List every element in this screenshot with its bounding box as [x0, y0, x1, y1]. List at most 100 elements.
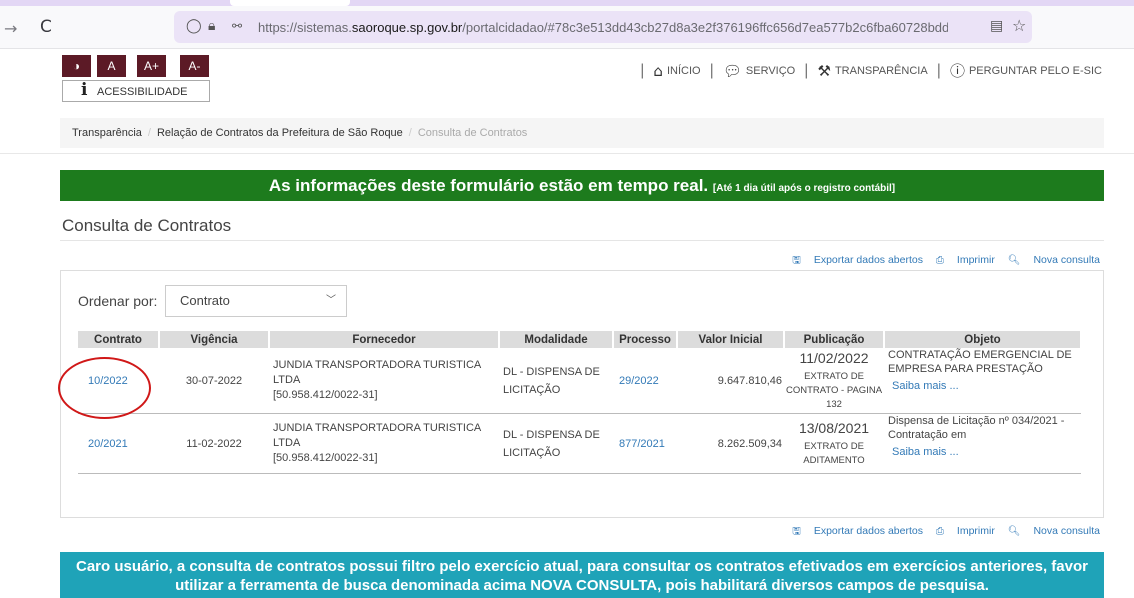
processo-link[interactable]: 29/2022: [619, 375, 659, 387]
cell-modalidade: DL - DISPENSA DE LICITAÇÃO: [499, 348, 613, 414]
breadcrumb-current: Consulta de Contratos: [417, 127, 528, 139]
col-valor[interactable]: Valor Inicial: [677, 331, 785, 348]
breadcrumb-separator: /: [408, 127, 412, 139]
col-publicacao[interactable]: Publicação: [784, 331, 885, 348]
search-icon: 🔍︎: [1007, 255, 1021, 266]
top-nav: | ⌂ INÍCIO | 💬︎ SERVIÇO | ⚒ TRANSPARÊNCIA |…: [634, 60, 1102, 81]
actions-bottom: 🖫 Exportar dados abertos ⎙ Imprimir 🔍︎ Nova…: [782, 524, 1100, 541]
fornecedor-name: JUNDIA TRANSPORTADORA TURISTICA LTDA: [273, 359, 481, 386]
nav-servico[interactable]: 💬︎ SERVIÇO: [723, 62, 795, 80]
address-bar[interactable]: ◯ 🔒︎ ⚯ https://sistemas.saoroque.sp.gov.…: [174, 11, 1032, 43]
save-icon: 🖫: [792, 255, 801, 266]
print-icon: ⎙: [935, 526, 944, 537]
reload-icon[interactable]: C: [40, 17, 52, 37]
export-button[interactable]: 🖫 Exportar dados abertos: [792, 525, 923, 537]
font-increase-button[interactable]: A+: [137, 55, 166, 77]
realtime-banner-note: [Até 1 dia útil após o registro contábil…: [712, 183, 896, 194]
url-text[interactable]: https://sistemas.saoroque.sp.gov.br/port…: [258, 20, 948, 35]
order-select-value: Contrato: [180, 293, 230, 308]
cell-processo: 29/2022: [613, 348, 677, 414]
order-select[interactable]: Contrato ﹀: [165, 285, 347, 317]
col-processo[interactable]: Processo: [613, 331, 678, 348]
publicacao-desc: EXTRATO DE CONTRATO - PAGINA 132: [785, 370, 883, 410]
new-query-button[interactable]: 🔍︎ Nova consulta: [1008, 525, 1100, 537]
page-title: Consulta de Contratos: [62, 216, 232, 235]
realtime-banner-text: As informações deste formulário estão em…: [268, 176, 709, 195]
nav-inicio[interactable]: ⌂ INÍCIO: [653, 62, 700, 80]
nav-transparencia-label: TRANSPARÊNCIA: [834, 64, 928, 77]
breadcrumb-transparencia[interactable]: Transparência: [72, 127, 142, 139]
export-label: Exportar dados abertos: [813, 254, 923, 266]
contrast-button[interactable]: ◑: [62, 55, 91, 77]
export-button[interactable]: 🖫 Exportar dados abertos: [792, 254, 923, 266]
print-button[interactable]: ⎙ Imprimir: [936, 525, 995, 537]
col-contrato[interactable]: Contrato: [78, 331, 160, 348]
export-label: Exportar dados abertos: [813, 525, 923, 537]
accessibility-label: ACESSIBILIDADE: [97, 86, 188, 98]
col-vigencia[interactable]: Vigência: [159, 331, 270, 348]
processo-link[interactable]: 877/2021: [619, 438, 665, 450]
col-modalidade[interactable]: Modalidade: [499, 331, 614, 348]
new-query-label: Nova consulta: [1033, 525, 1100, 537]
new-query-label: Nova consulta: [1033, 254, 1100, 266]
contrato-link[interactable]: 20/2021: [88, 438, 128, 450]
objeto-text: CONTRATAÇÃO EMERGENCIAL DE EMPRESA PARA …: [888, 349, 1072, 375]
print-label: Imprimir: [956, 525, 995, 537]
nav-transparencia[interactable]: ⚒ TRANSPARÊNCIA: [818, 62, 928, 80]
nav-separator: |: [936, 61, 941, 79]
nav-separator: |: [804, 61, 809, 79]
cell-fornecedor: JUNDIA TRANSPORTADORA TURISTICA LTDA [50.…: [269, 413, 499, 474]
font-decrease-button[interactable]: A-: [180, 55, 209, 77]
print-button[interactable]: ⎙ Imprimir: [936, 254, 995, 266]
font-normal-button[interactable]: A: [97, 55, 126, 77]
new-query-button[interactable]: 🔍︎ Nova consulta: [1008, 254, 1100, 266]
cell-objeto: CONTRATAÇÃO EMERGENCIAL DE EMPRESA PARA …: [884, 348, 1081, 414]
fornecedor-doc: [50.958.412/0022-31]: [273, 452, 378, 464]
permissions-icon[interactable]: ⚯: [232, 19, 242, 33]
info-banner: Caro usuário, a consulta de contratos po…: [60, 552, 1104, 598]
table-row: 20/2021 11-02-2022 JUNDIA TRANSPORTADORA…: [78, 413, 1081, 474]
actions-top: 🖫 Exportar dados abertos ⎙ Imprimir 🔍︎ Nova…: [782, 253, 1100, 270]
cell-vigencia: 11-02-2022: [159, 413, 269, 474]
chevron-down-icon: ﹀: [326, 295, 336, 306]
lock-icon[interactable]: 🔒︎: [208, 18, 215, 34]
chat-icon: 💬︎: [722, 61, 742, 80]
fornecedor-name: JUNDIA TRANSPORTADORA TURISTICA LTDA: [273, 422, 481, 449]
cell-processo: 877/2021: [613, 413, 677, 474]
nav-separator: |: [640, 61, 645, 79]
nav-servico-label: SERVIÇO: [745, 64, 796, 77]
home-icon: ⌂: [653, 61, 663, 80]
fornecedor-doc: [50.958.412/0022-31]: [273, 389, 378, 401]
col-objeto[interactable]: Objeto: [884, 331, 1082, 348]
saiba-mais-link[interactable]: Saiba mais ...: [892, 445, 1081, 459]
realtime-banner: As informações deste formulário estão em…: [60, 170, 1104, 201]
publicacao-date: 11/02/2022: [799, 349, 869, 366]
forward-icon[interactable]: →: [4, 19, 17, 38]
cell-contrato: 20/2021: [78, 413, 159, 474]
info-icon: i: [81, 80, 88, 100]
order-label: Ordenar por:: [78, 293, 158, 309]
col-fornecedor[interactable]: Fornecedor: [269, 331, 500, 348]
nav-esic[interactable]: ⓘ PERGUNTAR PELO E-SIC: [950, 60, 1102, 81]
title-divider: [60, 240, 1104, 241]
bookmark-star-icon[interactable]: ☆: [1012, 16, 1026, 35]
nav-inicio-label: INÍCIO: [666, 64, 701, 77]
breadcrumb: Transparência / Relação de Contratos da Pr…: [60, 118, 1104, 148]
cell-objeto: Dispensa de Licitação nº 034/2021 - Cont…: [884, 413, 1081, 474]
objeto-text: Dispensa de Licitação nº 034/2021 - Cont…: [888, 415, 1065, 441]
breadcrumb-relacao[interactable]: Relação de Contratos da Prefeitura de Sã…: [157, 127, 403, 139]
browser-toolbar: → C ◯ 🔒︎ ⚯ https://sistemas.saoroque.sp.…: [0, 6, 1134, 49]
cell-fornecedor: JUNDIA TRANSPORTADORA TURISTICA LTDA [50.…: [269, 348, 499, 414]
print-icon: ⎙: [935, 255, 944, 266]
saiba-mais-link[interactable]: Saiba mais ...: [892, 379, 1081, 393]
shield-icon[interactable]: ◯: [186, 18, 202, 34]
accessibility-link[interactable]: i ACESSIBILIDADE: [62, 80, 210, 102]
cell-publicacao: 11/02/2022 EXTRATO DE CONTRATO - PAGINA 1…: [784, 348, 884, 414]
reader-view-icon[interactable]: ▤: [990, 18, 1003, 34]
cell-publicacao: 13/08/2021 EXTRATO DE ADITAMENTO: [784, 413, 884, 474]
nav-separator: |: [709, 61, 714, 79]
cell-valor: 8.262.509,34: [677, 413, 784, 474]
header-divider: [0, 153, 1134, 154]
breadcrumb-separator: /: [147, 127, 151, 139]
info-circle-icon: ⓘ: [949, 62, 965, 80]
